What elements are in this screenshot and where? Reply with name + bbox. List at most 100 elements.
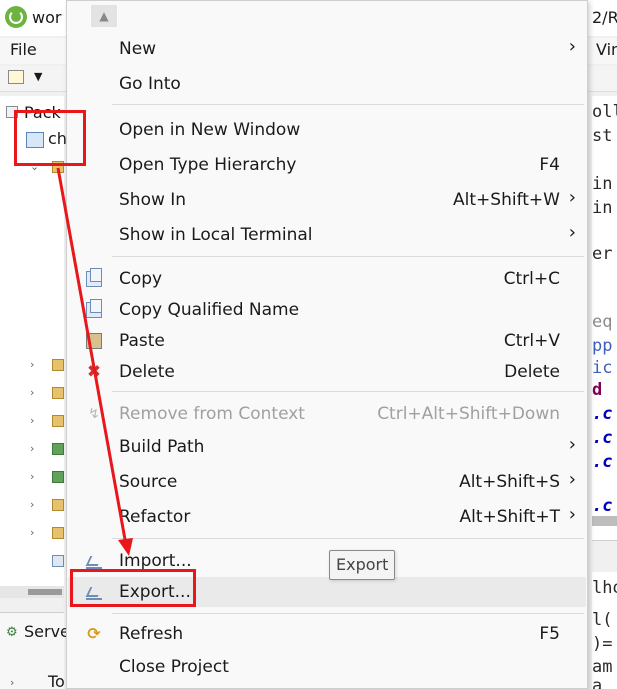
code-fragment: ic — [592, 358, 613, 378]
code-fragment: )= — [592, 634, 613, 654]
chevron-right-icon[interactable]: › — [30, 526, 34, 539]
code-fragment: .c — [592, 452, 613, 472]
tree-row[interactable]: › — [30, 442, 64, 458]
tree-row[interactable]: › — [30, 470, 64, 486]
code-fragment: olle — [592, 102, 617, 122]
code-fragment: er — [592, 244, 613, 264]
chevron-right-icon[interactable]: › — [30, 498, 34, 511]
menu-item-build-path[interactable]: Build Path › — [68, 432, 586, 462]
menu-item-label: Build Path — [119, 437, 205, 457]
menu-item-remove-from-context: ↯ Remove from Context Ctrl+Alt+Shift+Dow… — [68, 399, 586, 429]
menu-item-paste[interactable]: Paste Ctrl+V — [68, 326, 586, 356]
spring-logo-icon — [5, 6, 27, 28]
code-fragment: d — [592, 380, 603, 400]
new-wizard-icon[interactable] — [8, 70, 24, 84]
menu-item-label: Refactor — [119, 507, 191, 527]
code-fragment: .c — [592, 404, 613, 424]
scrollbar-thumb[interactable] — [28, 589, 62, 595]
menu-item-shortcut: Delete — [504, 362, 560, 382]
chevron-right-icon[interactable]: › — [30, 414, 34, 427]
menu-item-shortcut: Alt+Shift+W — [453, 190, 560, 210]
folder-icon — [52, 527, 64, 539]
code-fragment: pp — [592, 336, 613, 356]
server-item-label[interactable]: To — [48, 672, 65, 689]
code-fragment: l( — [592, 610, 613, 630]
menu-item-show-in[interactable]: Show In Alt+Shift+W › — [68, 185, 586, 215]
chevron-right-icon[interactable]: › — [10, 676, 14, 689]
chevron-right-icon[interactable]: › — [30, 386, 34, 399]
menu-item-label: Delete — [119, 362, 175, 382]
menu-scroll-up-button[interactable]: ▲ — [91, 5, 117, 27]
servers-tab[interactable]: Serve — [24, 622, 70, 641]
tree-row[interactable]: › — [30, 358, 64, 374]
code-fragment: am — [592, 657, 613, 677]
menu-item-shortcut: Ctrl+V — [503, 331, 560, 351]
paste-icon — [86, 333, 102, 349]
menu-item-label: Go Into — [119, 74, 181, 94]
menu-separator — [112, 613, 584, 614]
menu-item-label: New — [119, 39, 157, 59]
menu-item-label: Copy — [119, 269, 163, 289]
menu-item-copy[interactable]: Copy Ctrl+C — [68, 264, 586, 294]
menu-item-label: Remove from Context — [119, 404, 305, 424]
menu-item-label: Copy Qualified Name — [119, 300, 300, 320]
menu-item-close-project[interactable]: Close Project — [68, 652, 586, 682]
menu-item-label: Close Project — [119, 657, 229, 677]
menu-item-open-type-hierarchy[interactable]: Open Type Hierarchy F4 — [68, 150, 586, 180]
menu-separator — [112, 538, 584, 539]
chevron-down-icon[interactable]: ▼ — [34, 70, 42, 83]
menu-item-label: Source — [119, 472, 178, 492]
delete-icon: ✖ — [86, 362, 102, 382]
copy-qualified-name-icon — [86, 299, 102, 318]
annotation-project-highlight — [14, 110, 86, 166]
editor-scrollbar[interactable] — [592, 516, 617, 526]
menu-item-label: Open Type Hierarchy — [119, 155, 297, 175]
menu-item-refactor[interactable]: Refactor Alt+Shift+T › — [68, 502, 586, 532]
submenu-arrow-icon: › — [568, 187, 576, 208]
folder-icon — [52, 499, 64, 511]
tree-row[interactable]: › — [30, 414, 64, 430]
menu-item-label: Show In — [119, 190, 187, 210]
window-title-left: wor — [32, 8, 62, 27]
menu-window-fragment[interactable]: Vin — [596, 40, 617, 59]
package-icon — [52, 359, 64, 371]
code-fragment: eq — [592, 312, 613, 332]
remove-from-context-icon: ↯ — [88, 406, 100, 422]
code-fragment: lho — [592, 578, 617, 598]
tree-row[interactable]: › — [30, 498, 64, 514]
code-fragment: a — [592, 676, 603, 689]
menu-item-refresh[interactable]: ⟳ Refresh F5 — [68, 619, 586, 649]
tree-row[interactable]: › — [30, 386, 64, 402]
console-tab-bar — [592, 540, 617, 572]
menu-item-source[interactable]: Source Alt+Shift+S › — [68, 467, 586, 497]
package-icon — [52, 387, 64, 399]
menu-item-shortcut: Ctrl+Alt+Shift+Down — [377, 404, 560, 424]
chevron-right-icon[interactable]: › — [30, 470, 34, 483]
code-fragment: in — [592, 198, 613, 218]
menu-item-copy-qualified-name[interactable]: Copy Qualified Name — [68, 295, 586, 325]
chevron-right-icon[interactable]: › — [30, 358, 34, 371]
chevron-right-icon[interactable]: › — [30, 442, 34, 455]
horizontal-scrollbar[interactable] — [0, 586, 64, 598]
code-fragment: in — [592, 174, 613, 194]
menu-item-new[interactable]: New › — [68, 34, 586, 64]
submenu-arrow-icon: › — [568, 222, 576, 243]
code-fragment: st — [592, 126, 613, 146]
tree-row[interactable]: › — [30, 526, 64, 542]
window-title-right: 2/R — [592, 8, 617, 27]
menu-item-open-in-new-window[interactable]: Open in New Window — [68, 115, 586, 145]
menu-file[interactable]: File — [10, 40, 37, 59]
menu-item-label: Show in Local Terminal — [119, 225, 313, 245]
menu-item-label: Paste — [119, 331, 165, 351]
menu-item-shortcut: Alt+Shift+S — [459, 472, 560, 492]
annotation-export-highlight — [70, 569, 196, 607]
menu-item-go-into[interactable]: Go Into — [68, 69, 586, 99]
tree-row[interactable] — [30, 554, 64, 570]
submenu-arrow-icon: › — [568, 504, 576, 525]
export-tooltip: Export — [329, 550, 396, 580]
menu-item-label: Refresh — [119, 624, 184, 644]
menu-item-show-in-local-terminal[interactable]: Show in Local Terminal › — [68, 220, 586, 250]
file-icon — [52, 555, 64, 567]
submenu-arrow-icon: › — [568, 469, 576, 490]
menu-item-delete[interactable]: ✖ Delete Delete — [68, 357, 586, 387]
